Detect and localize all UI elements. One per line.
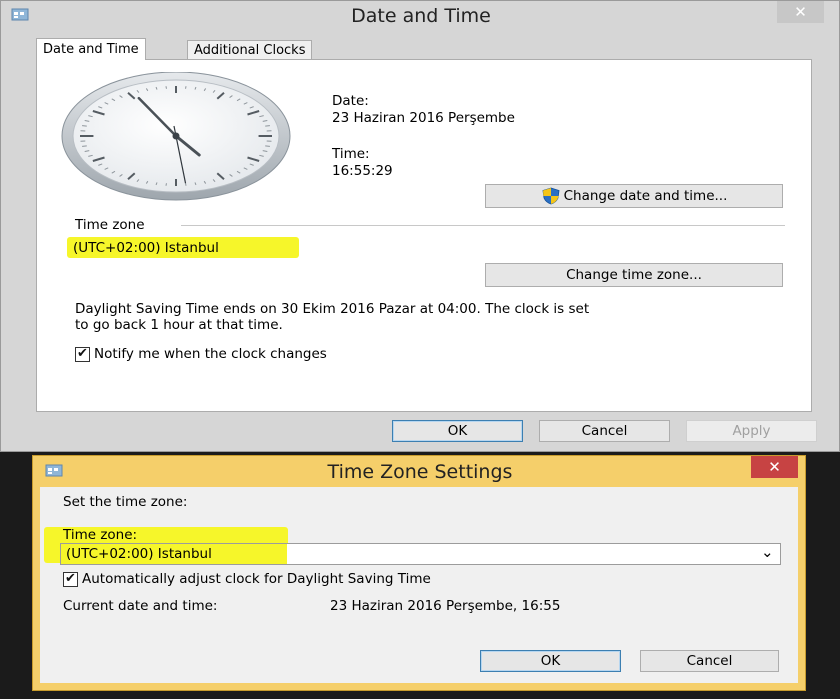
notify-checkbox[interactable]: ✔ [75,347,90,362]
auto-adjust-checkbox[interactable]: ✔ [63,572,78,587]
window-title: Date and Time [351,5,491,27]
date-value: 23 Haziran 2016 Perşembe [332,110,515,126]
section-divider [181,225,785,226]
tab-additional-clocks[interactable]: Additional Clocks [187,40,313,59]
close-button[interactable]: ✕ [751,456,798,478]
close-button[interactable]: ✕ [777,1,824,23]
date-time-window: Date and Time ✕ Date and Time Additional… [0,0,840,452]
clock-minute-tick [265,125,270,127]
set-timezone-label: Set the time zone: [63,494,188,510]
window-title: Time Zone Settings [327,461,513,483]
auto-adjust-label: Automatically adjust clock for Daylight … [82,571,431,587]
check-icon: ✔ [77,346,88,361]
change-date-time-label: Change date and time... [563,188,728,204]
clock-minute-tick [165,183,167,186]
chevron-down-icon: ⌄ [761,543,774,561]
ok-button[interactable]: OK [392,420,523,442]
dst-text-line1: Daylight Saving Time ends on 30 Ekim 201… [75,301,590,317]
change-timezone-button[interactable]: Change time zone... [485,263,783,287]
apply-button[interactable]: Apply [686,420,817,442]
check-icon: ✔ [65,571,76,586]
change-date-time-button[interactable]: Change date and time... [485,184,783,208]
clock-minute-tick [82,125,87,127]
shield-icon [542,187,560,205]
dst-text-line2: to go back 1 hour at that time. [75,317,283,333]
date-label: Date: [332,93,369,109]
clock-minute-tick [185,183,187,186]
clock-minute-tick [165,86,167,89]
ok-button[interactable]: OK [480,650,621,672]
tab-date-and-time[interactable]: Date and Time [36,38,146,60]
time-value: 16:55:29 [332,163,393,179]
current-datetime-value: 23 Haziran 2016 Perşembe, 16:55 [330,598,561,614]
clock-minute-tick [185,86,187,89]
timezone-select-value: (UTC+02:00) Istanbul [66,546,212,562]
cancel-button[interactable]: Cancel [640,650,779,672]
timezone-section-label: Time zone [75,217,145,233]
timezone-value: (UTC+02:00) Istanbul [73,240,219,256]
timezone-label: Time zone: [63,527,138,543]
clock-minute-tick [265,145,270,147]
time-label: Time: [332,146,370,162]
current-datetime-label: Current date and time: [63,598,218,614]
analog-clock [61,72,291,201]
notify-label: Notify me when the clock changes [94,346,327,362]
clock-minute-tick [82,145,87,147]
timezone-select[interactable]: (UTC+02:00) Istanbul ⌄ [60,543,781,565]
cancel-button[interactable]: Cancel [539,420,670,442]
